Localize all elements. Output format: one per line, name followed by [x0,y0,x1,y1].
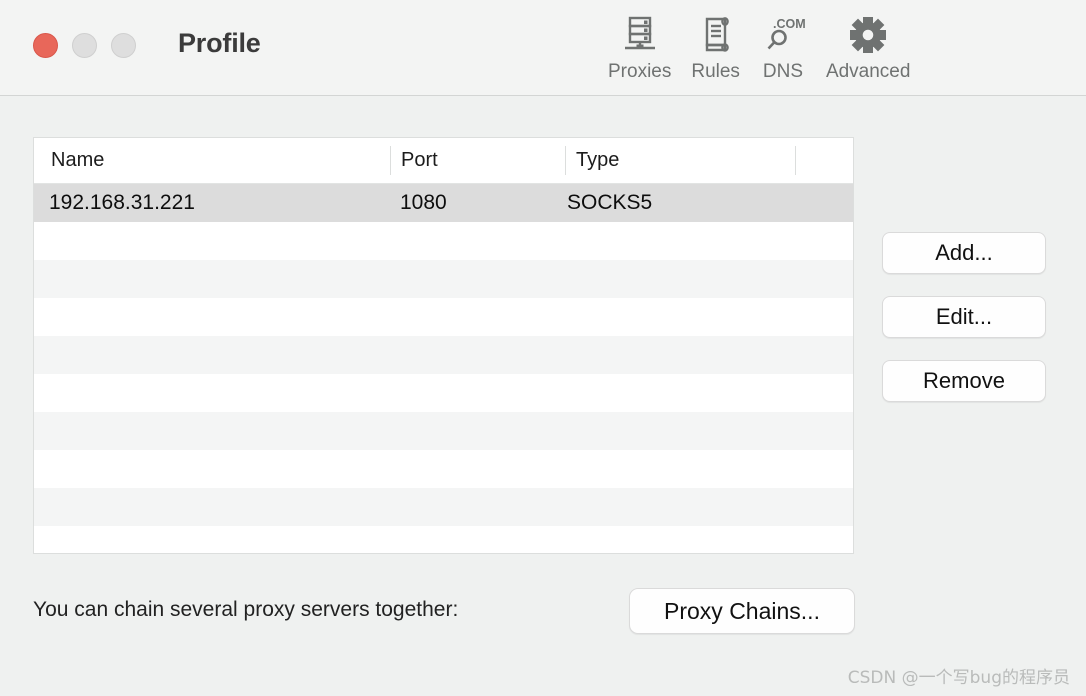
profile-window: Profile Proxies Rules .COM DNS Advanced … [0,0,1086,696]
dot-com-magnifier-icon: .COM [760,12,806,58]
toolbar-item-rules[interactable]: Rules [681,8,750,83]
toolbar-label-advanced: Advanced [825,61,911,82]
table-row[interactable] [34,298,853,336]
table-cell-type: SOCKS5 [567,191,653,214]
close-window-button[interactable] [33,33,58,58]
column-header-type[interactable]: Type [576,138,619,183]
table-row[interactable] [34,222,853,260]
column-header-name[interactable]: Name [51,138,104,183]
column-divider-1[interactable] [390,146,391,175]
table-row[interactable] [34,374,853,412]
table-row[interactable] [34,450,853,488]
column-header-port[interactable]: Port [401,138,438,183]
toolbar-label-dns: DNS [762,61,803,82]
toolbar: Proxies Rules .COM DNS Advanced [598,8,920,83]
column-divider-3[interactable] [795,146,796,175]
traffic-light-group [33,33,136,58]
table-row[interactable]: 192.168.31.221 1080 SOCKS5 [34,184,853,222]
remove-button[interactable]: Remove [882,360,1046,402]
svg-text:.COM: .COM [773,17,806,31]
table-row[interactable] [34,488,853,526]
proxy-table-header: Name Port Type [34,138,853,184]
table-row[interactable] [34,526,853,553]
column-divider-2[interactable] [565,146,566,175]
minimize-window-button[interactable] [72,33,97,58]
add-button[interactable]: Add... [882,232,1046,274]
toolbar-label-rules: Rules [691,61,740,82]
csdn-watermark: CSDN @一个写bug的程序员 [847,668,1070,688]
toolbar-item-proxies[interactable]: Proxies [598,8,681,83]
proxy-chain-description: You can chain several proxy servers toge… [33,598,459,621]
toolbar-label-proxies: Proxies [608,61,672,82]
zoom-window-button[interactable] [111,33,136,58]
window-title: Profile [178,28,261,58]
window-titlebar: Profile Proxies Rules .COM DNS Advanced [0,0,1086,96]
proxy-chains-button[interactable]: Proxy Chains... [629,588,855,634]
gear-icon [845,12,891,58]
server-rack-icon [617,12,663,58]
proxy-table[interactable]: Name Port Type 192.168.31.221 1080 SOCKS5 [33,137,854,554]
toolbar-item-dns[interactable]: .COM DNS [750,8,816,83]
proxy-table-body: 192.168.31.221 1080 SOCKS5 [34,184,853,553]
table-cell-port: 1080 [400,191,447,214]
table-row[interactable] [34,412,853,450]
scroll-document-icon [693,12,739,58]
table-action-buttons: Add... Edit... Remove [882,232,1046,402]
toolbar-item-advanced[interactable]: Advanced [816,8,921,83]
table-cell-name: 192.168.31.221 [49,191,195,214]
edit-button[interactable]: Edit... [882,296,1046,338]
table-row[interactable] [34,336,853,374]
footer: You can chain several proxy servers toge… [33,588,1053,640]
table-row[interactable] [34,260,853,298]
